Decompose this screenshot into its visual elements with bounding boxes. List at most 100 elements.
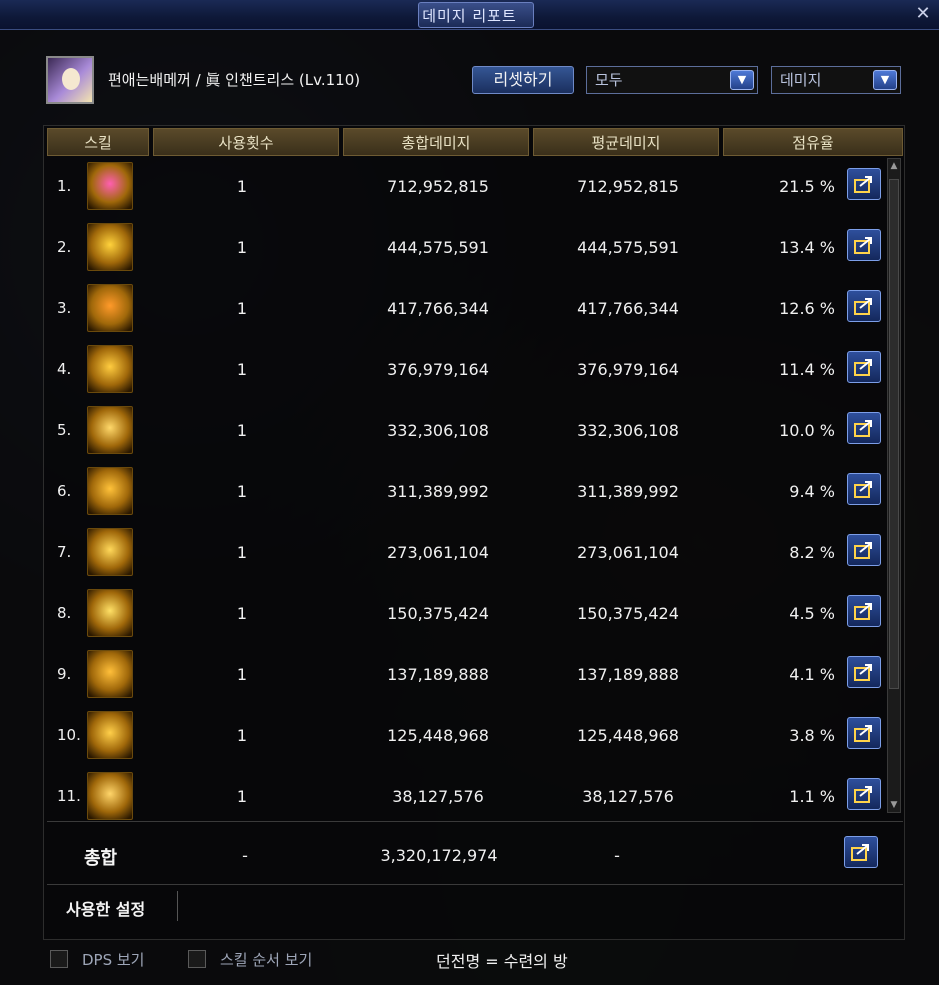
total-damage: 3,320,172,974: [380, 846, 498, 865]
total-damage: 376,979,164: [387, 360, 489, 379]
share-button[interactable]: [847, 534, 881, 566]
scrollbar[interactable]: ▲ ▼: [887, 158, 901, 813]
average-damage: 376,979,164: [577, 360, 679, 379]
share-button[interactable]: [847, 656, 881, 688]
share-percent: 10.0 %: [779, 421, 835, 440]
share-button[interactable]: [847, 412, 881, 444]
table-row[interactable]: 5. 1 332,306,108 332,306,108 10.0 %: [47, 402, 887, 462]
rank-number: 10.: [57, 726, 81, 744]
share-icon: [854, 176, 872, 193]
close-icon[interactable]: ✕: [913, 4, 933, 24]
dps-checkbox[interactable]: [50, 950, 68, 968]
table-row[interactable]: 4. 1 376,979,164 376,979,164 11.4 %: [47, 341, 887, 401]
use-count: 1: [236, 543, 248, 562]
column-header-total[interactable]: 총합데미지: [343, 128, 529, 156]
share-button[interactable]: [847, 290, 881, 322]
total-damage: 712,952,815: [387, 177, 489, 196]
share-percent: 4.5 %: [789, 604, 835, 623]
skill-icon: [87, 467, 133, 515]
damage-report-window: 데미지 리포트 ✕ 편애는배메꺼 / 眞 인챈트리스 (Lv.110) 리셋하기…: [0, 0, 939, 985]
average-damage: 273,061,104: [577, 543, 679, 562]
average-damage: 125,448,968: [577, 726, 679, 745]
share-button[interactable]: [847, 778, 881, 810]
use-count: 1: [236, 726, 248, 745]
rank-number: 4.: [57, 360, 72, 378]
average-damage: 332,306,108: [577, 421, 679, 440]
share-icon: [854, 481, 872, 498]
table-row[interactable]: 10. 1 125,448,968 125,448,968 3.8 %: [47, 707, 887, 767]
share-percent: 21.5 %: [779, 177, 835, 196]
average-damage: 311,389,992: [577, 482, 679, 501]
share-percent: 12.6 %: [779, 299, 835, 318]
table-header: 스킬 사용횟수 총합데미지 평균데미지 점유율: [47, 128, 903, 156]
table-row[interactable]: 11. 1 38,127,576 38,127,576 1.1 %: [47, 768, 887, 828]
table-row[interactable]: 6. 1 311,389,992 311,389,992 9.4 %: [47, 463, 887, 523]
rank-number: 8.: [57, 604, 72, 622]
footer-bar: DPS 보기 스킬 순서 보기 던전명 = 수련의 방: [0, 940, 939, 985]
divider: [177, 891, 178, 921]
share-percent: 11.4 %: [779, 360, 835, 379]
use-count: 1: [236, 177, 248, 196]
total-damage: 332,306,108: [387, 421, 489, 440]
share-percent: 9.4 %: [789, 482, 835, 501]
divider: [47, 884, 903, 885]
divider: [47, 821, 903, 822]
skill-icon: [87, 345, 133, 393]
rank-number: 9.: [57, 665, 72, 683]
title-bar[interactable]: 데미지 리포트 ✕: [0, 0, 939, 30]
used-settings-label: 사용한 설정: [66, 900, 146, 919]
chevron-down-icon[interactable]: ▼: [873, 70, 897, 90]
use-count: 1: [236, 238, 248, 257]
character-name: 편애는배메꺼 / 眞 인챈트리스 (Lv.110): [108, 71, 361, 89]
type-dropdown[interactable]: 데미지 ▼: [771, 66, 901, 94]
skill-icon: [87, 528, 133, 576]
share-icon: [854, 298, 872, 315]
total-damage: 150,375,424: [387, 604, 489, 623]
average-damage: 444,575,591: [577, 238, 679, 257]
table-row[interactable]: 2. 1 444,575,591 444,575,591 13.4 %: [47, 219, 887, 279]
average-damage: 150,375,424: [577, 604, 679, 623]
total-label: 총합: [84, 848, 118, 869]
table-row[interactable]: 8. 1 150,375,424 150,375,424 4.5 %: [47, 585, 887, 645]
use-count: 1: [236, 787, 248, 806]
filter-dropdown[interactable]: 모두 ▼: [586, 66, 758, 94]
skill-icon: [87, 650, 133, 698]
scroll-down-icon[interactable]: ▼: [888, 798, 900, 812]
dungeon-name: 던전명 = 수련의 방: [436, 952, 568, 971]
reset-button[interactable]: 리셋하기: [472, 66, 574, 94]
total-damage: 311,389,992: [387, 482, 489, 501]
share-button[interactable]: [847, 351, 881, 383]
use-count: 1: [236, 482, 248, 501]
skill-icon: [87, 223, 133, 271]
skill-icon: [87, 284, 133, 332]
rank-number: 7.: [57, 543, 72, 561]
average-damage: 417,766,344: [577, 299, 679, 318]
share-percent: 3.8 %: [789, 726, 835, 745]
column-header-share[interactable]: 점유율: [723, 128, 903, 156]
share-button[interactable]: [847, 168, 881, 200]
column-header-skill[interactable]: 스킬: [47, 128, 149, 156]
scroll-thumb[interactable]: [889, 179, 899, 689]
share-total-button[interactable]: [844, 836, 878, 868]
type-dropdown-value: 데미지: [780, 71, 822, 89]
average-damage: 712,952,815: [577, 177, 679, 196]
column-header-count[interactable]: 사용횟수: [153, 128, 339, 156]
share-button[interactable]: [847, 473, 881, 505]
table-row[interactable]: 3. 1 417,766,344 417,766,344 12.6 %: [47, 280, 887, 340]
column-header-average[interactable]: 평균데미지: [533, 128, 719, 156]
share-icon: [854, 664, 872, 681]
share-button[interactable]: [847, 595, 881, 627]
table-row[interactable]: 1. 1 712,952,815 712,952,815 21.5 %: [47, 158, 887, 218]
share-button[interactable]: [847, 717, 881, 749]
table-row[interactable]: 7. 1 273,061,104 273,061,104 8.2 %: [47, 524, 887, 584]
chevron-down-icon[interactable]: ▼: [730, 70, 754, 90]
share-button[interactable]: [847, 229, 881, 261]
skill-order-checkbox[interactable]: [188, 950, 206, 968]
average-damage: 137,189,888: [577, 665, 679, 684]
dps-checkbox-label: DPS 보기: [82, 951, 145, 969]
table-row[interactable]: 9. 1 137,189,888 137,189,888 4.1 %: [47, 646, 887, 706]
scroll-up-icon[interactable]: ▲: [888, 159, 900, 173]
share-percent: 8.2 %: [789, 543, 835, 562]
rank-number: 2.: [57, 238, 72, 256]
skill-icon: [87, 589, 133, 637]
